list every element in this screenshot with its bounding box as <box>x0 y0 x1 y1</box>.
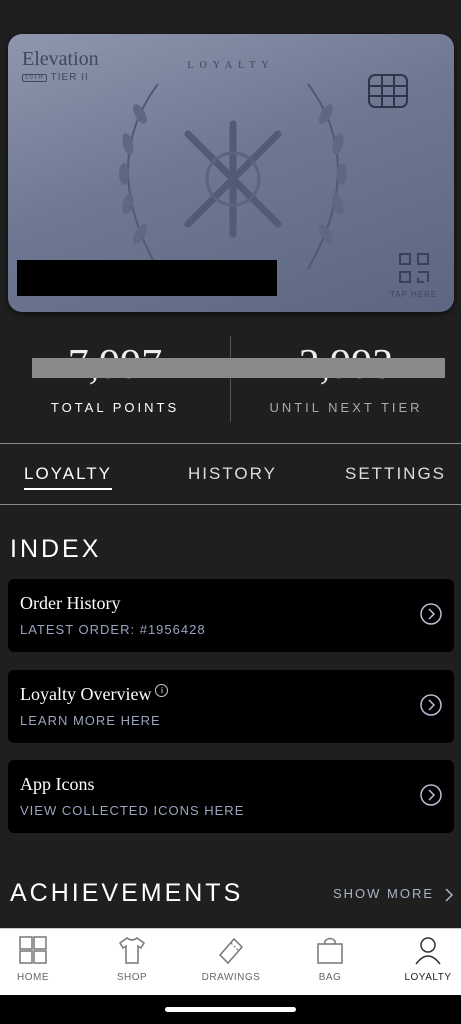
person-icon <box>415 937 441 965</box>
tab-loyalty[interactable]: LOYALTY <box>24 464 113 490</box>
points-summary: 7,997 TOTAL POINTS 2,993 UNTIL NEXT TIER <box>0 330 461 430</box>
item-title: Loyalty Overview i <box>20 684 169 705</box>
tab-settings[interactable]: SETTINGS <box>345 464 446 484</box>
loyalty-overview-item[interactable]: Loyalty Overview i LEARN MORE HERE <box>8 670 454 743</box>
tier-badge: 10TH <box>22 73 47 82</box>
card-chip-icon <box>368 74 408 108</box>
item-subtitle: LEARN MORE HERE <box>20 713 161 728</box>
nav-label: SHOP <box>116 972 148 983</box>
nav-label: LOYALTY <box>404 972 452 983</box>
home-indicator-area <box>0 995 461 1024</box>
loyalty-card[interactable]: Elevation 10TH TIER II LOYALTY TAP HERE <box>8 34 454 312</box>
show-more-label: SHOW MORE <box>333 886 435 901</box>
home-grid-icon <box>19 936 47 964</box>
redacted-card-number <box>17 260 277 296</box>
bag-icon <box>317 937 343 964</box>
nav-bag[interactable]: BAG <box>284 929 376 996</box>
order-history-item[interactable]: Order History LATEST ORDER: #1956428 <box>8 579 454 652</box>
achievements-title: ACHIEVEMENTS <box>10 879 244 907</box>
redaction-bar <box>32 358 445 378</box>
bottom-nav: HOME SHOP DRAWINGS BAG LOYALTY <box>0 928 461 996</box>
nav-drawings[interactable]: DRAWINGS <box>185 929 277 996</box>
home-indicator[interactable] <box>165 1007 296 1012</box>
nav-home[interactable]: HOME <box>0 929 79 996</box>
chevron-right-icon[interactable] <box>420 784 442 806</box>
ticket-icon <box>218 937 244 965</box>
tab-history[interactable]: HISTORY <box>188 464 277 484</box>
next-tier-label: UNTIL NEXT TIER <box>269 400 423 415</box>
tshirt-icon <box>119 937 145 964</box>
index-title: INDEX <box>10 535 102 563</box>
item-title: Order History <box>20 593 121 613</box>
laurel-monogram-icon <box>119 83 347 270</box>
show-more-link[interactable]: SHOW MORE <box>333 886 454 902</box>
qr-code-icon[interactable] <box>398 252 430 284</box>
nav-label: HOME <box>17 972 49 983</box>
nav-label: BAG <box>318 972 342 983</box>
tier-label: TIER II <box>50 72 89 83</box>
card-tier: 10TH TIER II <box>22 72 89 83</box>
chevron-right-icon[interactable] <box>420 603 442 625</box>
item-subtitle: VIEW COLLECTED ICONS HERE <box>20 803 245 818</box>
tap-here-label: TAP HERE <box>390 290 438 299</box>
chevron-right-icon <box>445 888 453 902</box>
nav-loyalty[interactable]: LOYALTY <box>382 929 461 996</box>
info-icon[interactable]: i <box>155 684 169 697</box>
nav-shop[interactable]: SHOP <box>86 929 178 996</box>
item-subtitle: LATEST ORDER: #1956428 <box>20 622 206 637</box>
nav-label: DRAWINGS <box>201 972 261 983</box>
app-icons-item[interactable]: App Icons VIEW COLLECTED ICONS HERE <box>8 760 454 833</box>
total-points-label: TOTAL POINTS <box>50 400 180 415</box>
item-title: App Icons <box>20 774 95 794</box>
tab-bar: LOYALTY HISTORY SETTINGS <box>0 443 461 505</box>
chevron-right-icon[interactable] <box>420 694 442 716</box>
